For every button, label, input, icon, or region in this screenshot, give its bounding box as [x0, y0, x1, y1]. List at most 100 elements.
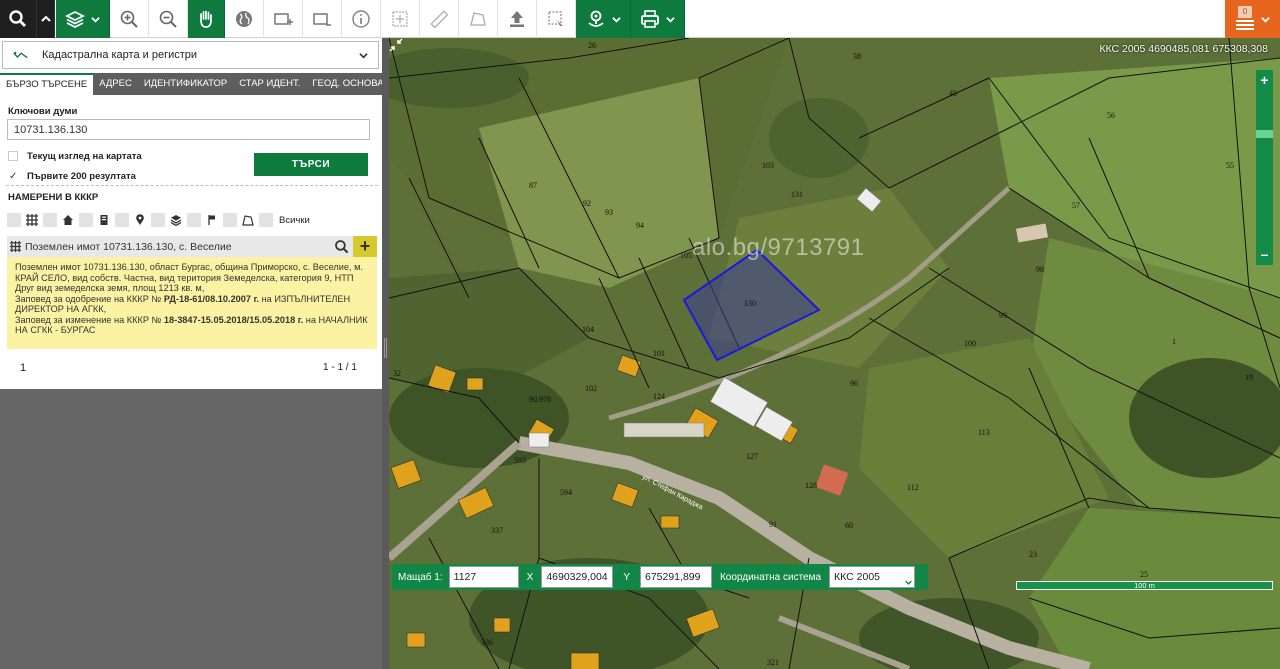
parcel-label: 87: [529, 181, 537, 190]
chevron-down-icon: [359, 53, 368, 59]
zoom-in-button[interactable]: [110, 0, 149, 38]
chevron-down-icon: [611, 16, 621, 23]
info-icon: [352, 10, 370, 28]
parcel-label: 105: [680, 251, 692, 260]
parcel-grid-icon: [25, 213, 39, 227]
search-collapse-button[interactable]: [37, 0, 55, 38]
keywords-input[interactable]: [7, 119, 370, 140]
parcel-label: 124: [653, 392, 665, 401]
search-tool-button[interactable]: [0, 0, 37, 38]
pan-button[interactable]: [188, 0, 225, 38]
x-coordinate-input[interactable]: 4690329,004: [541, 566, 614, 588]
parcel-label: 103: [762, 161, 774, 170]
coord-system-select[interactable]: ККС 2005: [829, 566, 916, 588]
parcel-label: 93: [605, 208, 613, 217]
measure-point-button[interactable]: [381, 0, 420, 38]
tab-address[interactable]: АДРЕС: [93, 73, 138, 95]
zoom-slider-thumb[interactable]: [1256, 130, 1273, 138]
location-button[interactable]: [576, 0, 631, 38]
point-marker-icon: [133, 213, 147, 227]
collapse-arrows-icon[interactable]: [389, 38, 403, 52]
first-200-label: Първите 200 резултата: [27, 171, 136, 182]
parcel-label: 40: [949, 89, 957, 98]
zoom-out-button[interactable]: [149, 0, 188, 38]
select-poly-button[interactable]: [303, 0, 342, 38]
filter-checkbox[interactable]: [79, 213, 93, 227]
y-label: Y: [623, 571, 630, 583]
parcel-label: 94: [636, 221, 644, 230]
polygon-area-icon: [241, 213, 255, 227]
result-header[interactable]: Поземлен имот 10731.136.130, с. Веселие …: [7, 236, 377, 257]
parcel-label: 57: [1072, 201, 1080, 210]
parcel-label: 56: [1107, 111, 1115, 120]
main-menu-button[interactable]: 0: [1225, 0, 1280, 38]
filter-checkbox[interactable]: [7, 213, 21, 227]
current-view-checkbox[interactable]: [8, 151, 18, 161]
menu-icon: 0: [1235, 6, 1255, 32]
cart-badge: 0: [1238, 6, 1252, 18]
tab-old-identifier[interactable]: СТАР ИДЕНТ.: [233, 73, 306, 95]
parcel-label: 100: [964, 339, 976, 348]
filter-checkbox[interactable]: [151, 213, 165, 227]
search-button[interactable]: ТЪРСИ: [254, 153, 368, 176]
app-root: 0 Кадастрална карта и регистри БЪРЗО ТЪР…: [0, 0, 1280, 669]
parcel-label: 55: [1226, 161, 1234, 170]
parcel-label: 26: [588, 41, 596, 50]
parcel-label: 321: [767, 658, 779, 667]
print-button[interactable]: [631, 0, 685, 38]
tab-identifier[interactable]: ИДЕНТИФИКАТОР: [138, 73, 233, 95]
tab-geodetic-base[interactable]: ГЕОД. ОСНОВА: [306, 73, 389, 95]
parcel-label: 337: [491, 526, 503, 535]
ruler-button[interactable]: [420, 0, 459, 38]
cursor-coordinates: ККС 2005 4690485,081 675308,308: [1099, 43, 1268, 55]
building-icon: [61, 213, 75, 227]
result-approval-order: Заповед за одобрение на КККР № РД-18-61/…: [15, 293, 351, 315]
parcel-label: 128: [805, 481, 817, 490]
chevron-down-icon: [905, 580, 912, 585]
area-button[interactable]: [459, 0, 498, 38]
chevron-up-icon: [40, 15, 51, 22]
parcel-label: 92: [583, 199, 591, 208]
scale-input[interactable]: 1127: [448, 566, 519, 588]
add-result-button[interactable]: +: [353, 236, 377, 257]
info-button[interactable]: [342, 0, 381, 38]
zoom-slider-plus[interactable]: +: [1256, 72, 1273, 89]
tab-quick-search[interactable]: БЪРЗО ТЪРСЕНЕ: [0, 73, 94, 95]
panel-empty-area: [0, 389, 382, 669]
layer-select[interactable]: Кадастрална карта и регистри: [2, 41, 379, 69]
select-dashed-button[interactable]: [537, 0, 576, 38]
globe-button[interactable]: [225, 0, 264, 38]
parcel-label: 130: [744, 299, 756, 308]
upload-button[interactable]: [498, 0, 537, 38]
select-rect-button[interactable]: [264, 0, 303, 38]
parcel-label: 593: [514, 456, 526, 465]
y-coordinate-input[interactable]: 675291,899: [639, 566, 712, 588]
parcel-label: 60: [845, 521, 853, 530]
parcel-label: 102: [585, 384, 597, 393]
parcel-label: 19: [1245, 373, 1253, 382]
scale-label: Мащаб 1:: [398, 571, 443, 583]
filter-all-checkbox[interactable]: [259, 213, 273, 227]
apartment-icon: [97, 213, 111, 227]
parcel-label: 104: [582, 325, 594, 334]
watermark: alo.bg/9713791: [692, 234, 865, 261]
toolbar: 0: [0, 0, 1280, 38]
panel-resize-handle[interactable]: [382, 38, 389, 669]
zoom-slider-minus[interactable]: –: [1256, 246, 1273, 263]
filter-checkbox[interactable]: [187, 213, 201, 227]
zoom-to-result-button[interactable]: [331, 236, 352, 257]
layers-button[interactable]: [56, 0, 110, 38]
filter-checkbox[interactable]: [115, 213, 129, 227]
upload-icon: [510, 11, 524, 27]
zoom-slider[interactable]: + –: [1256, 70, 1273, 265]
pager-page[interactable]: 1: [20, 362, 26, 374]
parcel-label: 594: [560, 488, 572, 497]
result-change-order: Заповед за изменение на КККР № 18-3847-1…: [15, 314, 368, 336]
parcel-label: 38: [853, 52, 861, 61]
current-view-label: Текущ изглед на картата: [27, 151, 142, 162]
search-icon: [9, 10, 26, 27]
divider: [6, 185, 378, 186]
filter-checkbox[interactable]: [223, 213, 237, 227]
select-poly-icon: [313, 13, 331, 26]
filter-checkbox[interactable]: [43, 213, 57, 227]
